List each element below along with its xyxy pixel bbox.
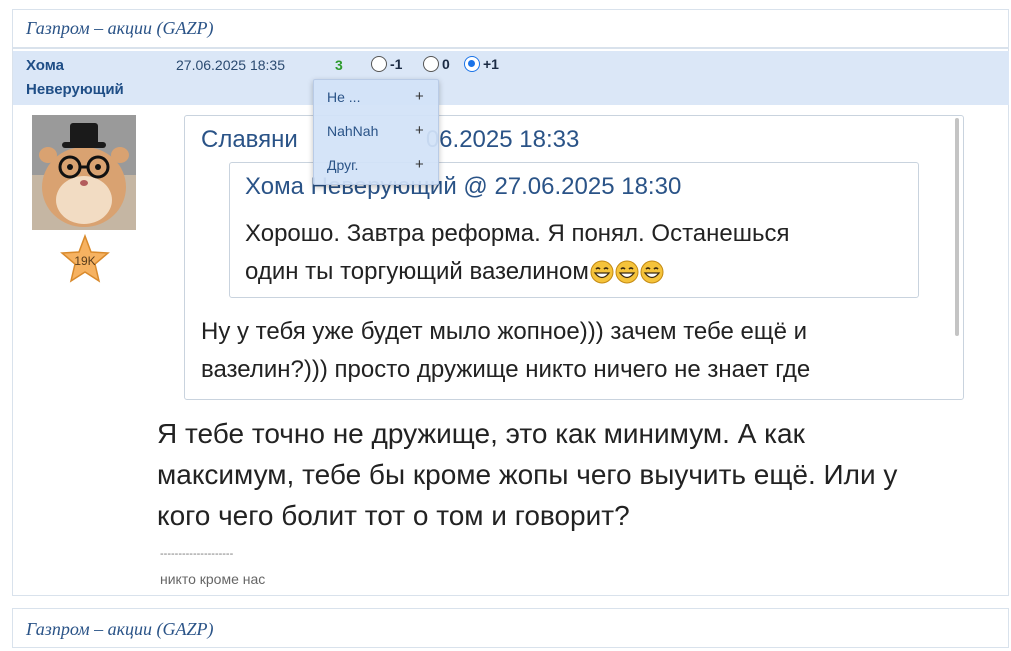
topic-title-link[interactable]: Газпром – акции (GAZP) — [26, 18, 214, 39]
popup-item-drug-label[interactable]: Друг. — [327, 157, 358, 173]
quote-inner-title[interactable]: Хома Неверующий @ 27.06.2025 18:30 — [245, 173, 681, 201]
popup-item-ne-plus-icon[interactable]: + — [415, 88, 424, 105]
grinning-face-icon — [615, 260, 639, 284]
vote-minus-one-label: -1 — [390, 56, 403, 72]
vote-zero[interactable]: 0 — [423, 56, 450, 72]
hamster-avatar-image — [32, 115, 136, 230]
popup-item-drug[interactable]: Друг. + — [314, 152, 438, 178]
signature: никто кроме нас — [160, 571, 266, 587]
quote-outer-body: Ну у тебя уже будет мыло жопное))) зачем… — [201, 313, 941, 389]
post-body-line-2: максимум, тебе бы кроме жопы чего выучит… — [157, 459, 898, 490]
quote-inner-line-1: Хорошо. Завтра реформа. Я понял. Останеш… — [245, 220, 790, 247]
quote-outer-line-2: вазелин?))) просто дружище никто ничего … — [201, 356, 811, 383]
topic-title-link-bottom[interactable]: Газпром – акции (GAZP) — [26, 619, 214, 640]
vote-plus-one-label: +1 — [483, 56, 499, 72]
popup-item-nahnah-label[interactable]: NahNah — [327, 123, 378, 139]
quote-outer: Славяни 06.2025 18:33 Хома Неверующий @ 2… — [184, 115, 964, 400]
author-name-second[interactable]: Неверующий — [26, 81, 124, 98]
quote-inner-line-2: один ты торгующий вазелином — [245, 258, 589, 285]
post-header — [13, 51, 1009, 105]
popup-item-nahnah[interactable]: NahNah + — [314, 118, 438, 144]
popup-item-ne-label[interactable]: Не ... — [327, 89, 360, 105]
quote-inner-body: Хорошо. Завтра реформа. Я понял. Останеш… — [245, 215, 905, 291]
popup-item-drug-plus-icon[interactable]: + — [415, 156, 424, 173]
popup-item-ne[interactable]: Не ... + — [314, 84, 438, 110]
vote-plus-one[interactable]: +1 — [464, 56, 499, 72]
rank-star-icon: 19K — [60, 233, 110, 284]
vote-minus-one[interactable]: -1 — [371, 56, 402, 72]
post-date: 27.06.2025 18:35 — [176, 57, 285, 73]
popup-item-nahnah-plus-icon[interactable]: + — [415, 122, 424, 139]
quote-outer-author[interactable]: Славяни — [201, 126, 298, 153]
vote-plus-one-radio[interactable] — [464, 56, 480, 72]
avatar[interactable] — [32, 115, 136, 230]
signature-divider: -------------------- — [160, 548, 234, 560]
post-rating: 3 — [335, 57, 343, 73]
reaction-popup-menu: Не ... + NahNah + Друг. + — [313, 79, 439, 185]
post-body-line-3: кого чего болит тот о том и говорит? — [157, 500, 630, 531]
quote-outer-line-1: Ну у тебя уже будет мыло жопное))) зачем… — [201, 318, 808, 345]
vote-zero-label: 0 — [442, 56, 450, 72]
vote-minus-one-radio[interactable] — [371, 56, 387, 72]
quote-scrollbar[interactable] — [955, 118, 959, 336]
grinning-face-icon — [590, 260, 614, 284]
author-name-first[interactable]: Хома — [26, 57, 64, 74]
grinning-face-icon — [640, 260, 664, 284]
vote-zero-radio[interactable] — [423, 56, 439, 72]
rank-badge-label: 19K — [74, 254, 95, 268]
quote-outer-date: 06.2025 18:33 — [425, 126, 580, 153]
post-body-line-1: Я тебе точно не дружище, это как минимум… — [157, 418, 805, 449]
post-body: Я тебе точно не дружище, это как минимум… — [157, 413, 987, 536]
